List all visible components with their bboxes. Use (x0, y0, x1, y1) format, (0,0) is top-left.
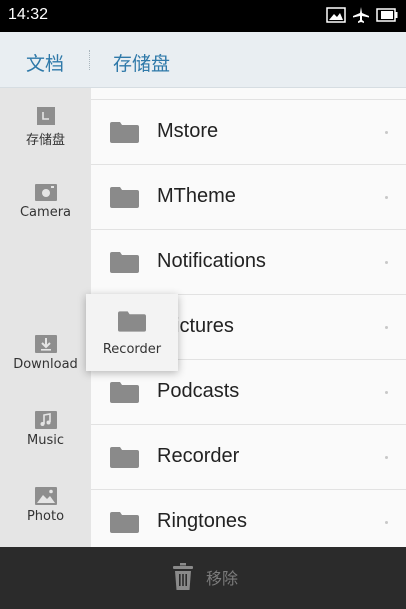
trash-icon (173, 563, 193, 590)
folder-name: Mstore (157, 120, 219, 142)
drag-preview-label: Recorder (102, 342, 162, 357)
image-icon (326, 7, 346, 23)
list-item[interactable]: Mstore (91, 100, 406, 165)
folder-name: Recorder (157, 445, 240, 467)
sd-card-icon (36, 107, 55, 125)
sidebar: 存储盘 Camera Download Music Photo (0, 88, 91, 547)
sidebar-item-label: Photo (26, 509, 65, 524)
list-item-partial (91, 88, 406, 100)
list-item[interactable]: MTheme (91, 165, 406, 230)
list-item[interactable]: Notifications (91, 230, 406, 295)
folder-icon (118, 311, 146, 332)
bottom-action-bar: 移除 (0, 547, 406, 609)
remove-label: 移除 (206, 569, 239, 588)
folder-icon (110, 382, 139, 403)
more-dot-icon[interactable] (385, 131, 388, 134)
sidebar-item-label: Camera (19, 205, 72, 220)
list-item[interactable]: Recorder (91, 425, 406, 490)
music-icon (34, 411, 57, 429)
folder-icon (110, 187, 139, 208)
breadcrumb-root[interactable]: 文档 (26, 49, 64, 76)
camera-icon (34, 184, 57, 201)
more-dot-icon[interactable] (385, 196, 388, 199)
sidebar-item-label: 存储盘 (25, 133, 65, 148)
folder-icon (110, 447, 139, 468)
folder-name: Notifications (157, 250, 266, 272)
breadcrumb-current[interactable]: 存储盘 (113, 49, 170, 76)
status-time: 14:32 (8, 6, 49, 23)
status-bar: 14:32 (0, 0, 406, 32)
folder-name: Ringtones (157, 510, 248, 532)
status-icons (326, 6, 398, 24)
folder-icon (110, 122, 139, 143)
download-icon (34, 335, 57, 353)
sidebar-item-photo[interactable]: Photo (0, 486, 91, 524)
photo-icon (34, 487, 57, 505)
folder-name: ictures (175, 315, 234, 337)
more-dot-icon[interactable] (385, 391, 388, 394)
breadcrumb: 文档 存储盘 (0, 32, 406, 88)
list-item[interactable]: Ringtones (91, 490, 406, 547)
folder-icon (110, 252, 139, 273)
folder-icon (110, 512, 139, 533)
sidebar-item-storage[interactable]: 存储盘 (0, 106, 91, 148)
drag-preview-card[interactable]: Recorder (86, 294, 178, 371)
folder-name: Podcasts (157, 380, 240, 402)
sidebar-item-music[interactable]: Music (0, 410, 91, 448)
sidebar-item-camera[interactable]: Camera (0, 182, 91, 220)
sidebar-item-download[interactable]: Download (0, 334, 91, 372)
battery-icon (376, 8, 398, 22)
more-dot-icon[interactable] (385, 456, 388, 459)
folder-name: MTheme (157, 185, 236, 207)
more-dot-icon[interactable] (385, 261, 388, 264)
more-dot-icon[interactable] (385, 521, 388, 524)
remove-button[interactable]: 移除 (172, 563, 238, 591)
sidebar-item-label: Music (27, 433, 64, 448)
breadcrumb-divider (89, 50, 90, 70)
sidebar-item-label: Download (13, 357, 78, 372)
more-dot-icon[interactable] (385, 326, 388, 329)
airplane-mode-icon (352, 6, 370, 24)
